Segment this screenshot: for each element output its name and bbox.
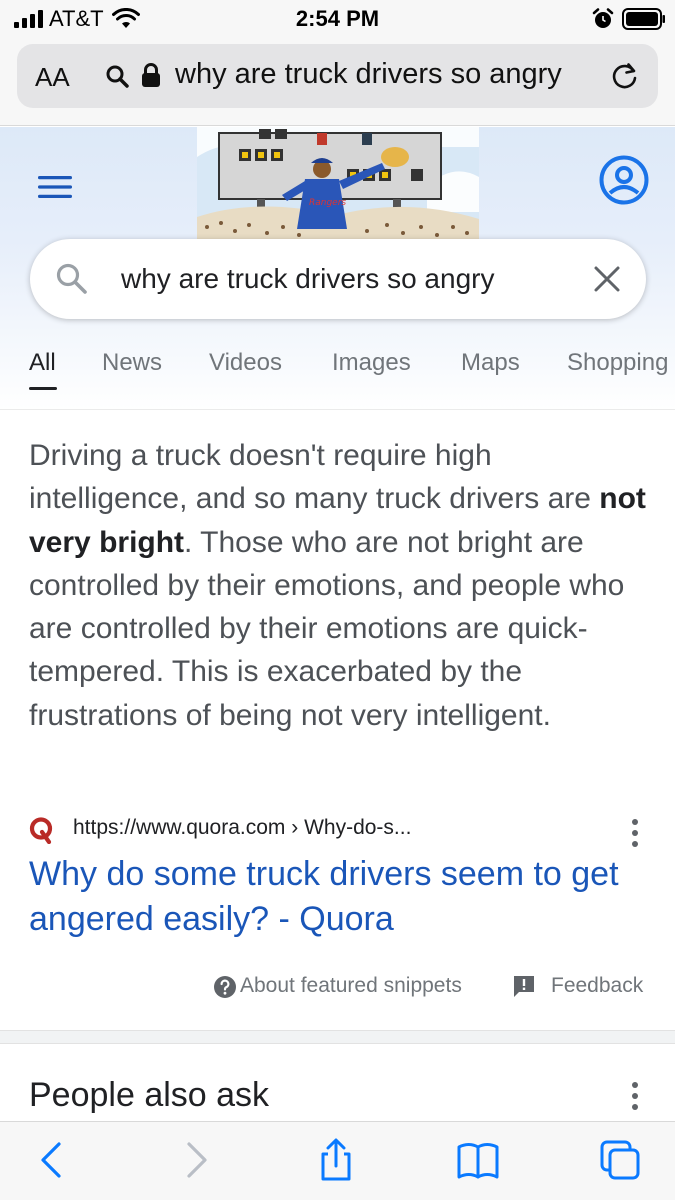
search-input[interactable]: why are truck drivers so angry [121, 263, 494, 295]
about-featured-snippets-link[interactable]: About featured snippets [240, 974, 462, 998]
snippet-footer: About featured snippets Feedback [0, 970, 675, 1006]
result-source[interactable]: https://www.quora.com › Why-do-s... [29, 814, 649, 848]
tab-shopping[interactable]: Shopping [567, 349, 668, 377]
status-bar: AT&T 2:54 PM [0, 0, 675, 40]
more-options-icon[interactable] [629, 1081, 641, 1111]
feedback-icon[interactable] [512, 974, 536, 998]
url-text[interactable]: why are truck drivers so angry [175, 58, 577, 94]
snippet-text-start: Driving a truck doesn't require high int… [29, 439, 600, 516]
section-divider [0, 1030, 675, 1044]
share-icon[interactable] [314, 1138, 358, 1182]
tab-images[interactable]: Images [332, 349, 411, 377]
browser-toolbar [0, 1121, 675, 1200]
svg-text:Rangers: Rangers [309, 198, 346, 208]
tabs-divider [0, 409, 675, 410]
text-size-button[interactable]: AA [35, 62, 70, 93]
forward-icon[interactable] [174, 1138, 218, 1182]
back-icon[interactable] [30, 1138, 74, 1182]
tabs-icon[interactable] [598, 1138, 642, 1182]
browser-address-area: AA why are truck drivers so angry [0, 40, 675, 126]
people-also-ask-heading: People also ask [29, 1076, 270, 1114]
more-options-icon[interactable] [629, 818, 641, 848]
featured-snippet-text: Driving a truck doesn't require high int… [29, 434, 649, 737]
search-icon [106, 65, 129, 88]
close-icon[interactable] [593, 265, 621, 293]
feedback-link[interactable]: Feedback [551, 974, 643, 998]
quora-logo-icon [29, 817, 53, 844]
source-url[interactable]: https://www.quora.com › Why-do-s... [73, 816, 411, 840]
clock: 2:54 PM [295, 6, 380, 31]
battery-icon [622, 8, 665, 30]
address-bar[interactable]: AA why are truck drivers so angry [17, 44, 658, 108]
tab-news[interactable]: News [102, 349, 162, 377]
menu-icon[interactable] [38, 174, 72, 200]
help-icon[interactable] [213, 975, 237, 999]
search-tabs: All News Videos Images Maps Shopping [0, 349, 675, 409]
doodle-logo[interactable]: Rangers [197, 127, 479, 239]
tab-videos[interactable]: Videos [209, 349, 282, 377]
reload-icon[interactable] [609, 60, 641, 92]
google-header: Rangers why are truck drivers so angry A… [0, 127, 675, 410]
google-search-box[interactable]: why are truck drivers so angry [30, 239, 646, 319]
tab-all[interactable]: All [29, 349, 56, 377]
bookmarks-icon[interactable] [456, 1138, 500, 1182]
search-icon [56, 263, 87, 294]
tab-maps[interactable]: Maps [461, 349, 520, 377]
alarm-icon [592, 8, 614, 28]
lock-icon [142, 63, 160, 87]
active-tab-indicator [29, 387, 57, 390]
account-icon[interactable] [599, 155, 649, 205]
result-title-link[interactable]: Why do some truck drivers seem to get an… [29, 852, 639, 942]
